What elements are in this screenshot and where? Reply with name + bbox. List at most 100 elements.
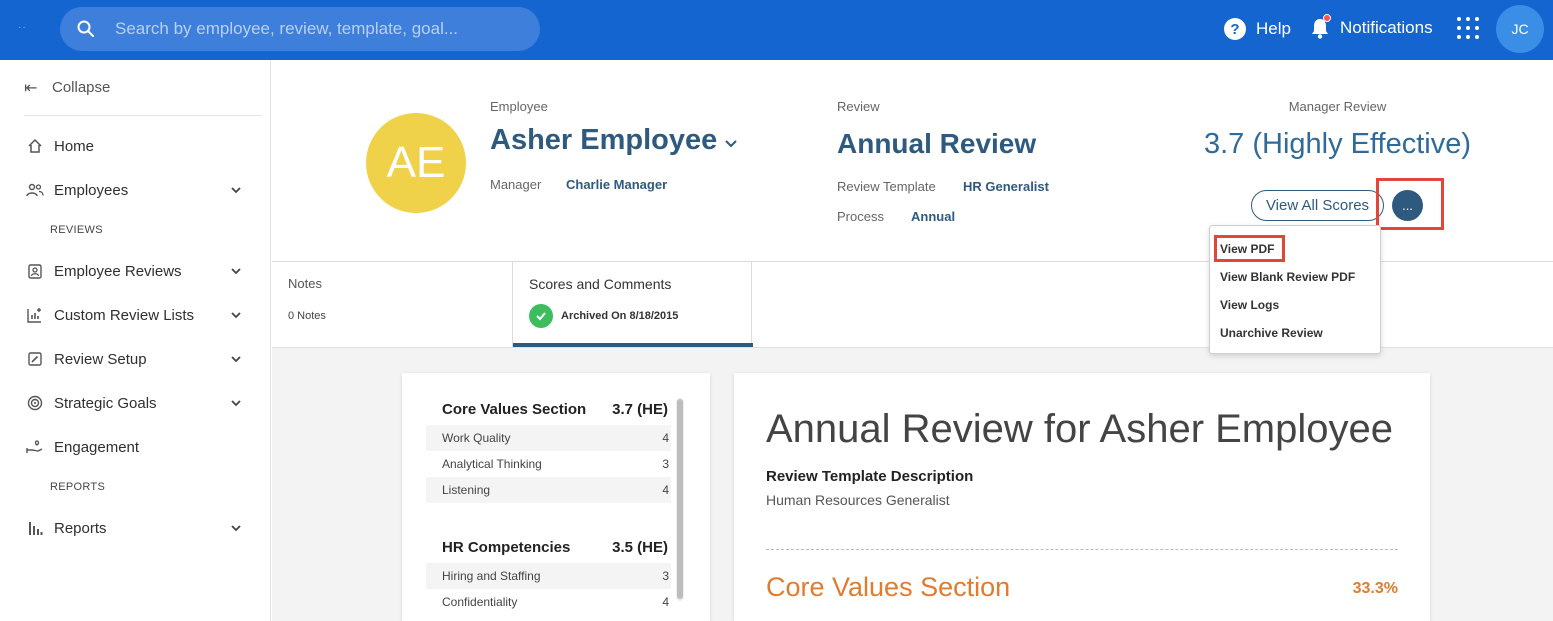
employee-avatar: AE xyxy=(366,113,466,213)
apps-grid-icon[interactable] xyxy=(1457,17,1479,39)
manager-label: Manager xyxy=(490,177,542,192)
tab-scores-and-comments[interactable]: Scores and Comments Archived On 8/18/201… xyxy=(512,262,753,355)
scores-panel: Core Values Section 3.7 (HE) Work Qualit… xyxy=(402,373,710,621)
sidebar-item-employees[interactable]: Employees xyxy=(24,176,246,204)
collapse-label: Collapse xyxy=(52,79,111,96)
menu-item-view-pdf[interactable]: View PDF xyxy=(1220,242,1274,256)
collapse-arrow-icon: ⇤ xyxy=(24,79,38,97)
help-icon: ? xyxy=(1224,18,1246,40)
notes-count: 0 Notes xyxy=(288,310,326,322)
score-row-name: Listening xyxy=(442,483,491,497)
edit-icon xyxy=(24,350,46,368)
chevron-down-icon[interactable] xyxy=(230,522,242,534)
chevron-down-icon[interactable] xyxy=(230,397,242,409)
sidebar-item-label: Review Setup xyxy=(54,350,147,368)
sidebar-item-label: Employees xyxy=(54,181,129,199)
engagement-icon xyxy=(24,438,46,456)
help-button[interactable]: ? Help xyxy=(1224,16,1291,42)
score-row[interactable]: Analytical Thinking 3 xyxy=(426,451,671,477)
sidebar-item-label: Employee Reviews xyxy=(54,262,182,280)
home-icon xyxy=(24,137,46,155)
score-row-name: Hiring and Staffing xyxy=(442,569,541,583)
list-icon xyxy=(24,306,46,324)
score-row[interactable]: Confidentiality 4 xyxy=(426,589,671,615)
search-input[interactable] xyxy=(115,7,525,51)
chevron-down-icon[interactable] xyxy=(230,265,242,277)
section-heading: Core Values Section xyxy=(766,572,1011,602)
manager-link[interactable]: Charlie Manager xyxy=(566,177,667,192)
review-page-title: Annual Review for Asher Employee xyxy=(766,407,1393,451)
sidebar-item-strategic-goals[interactable]: Strategic Goals xyxy=(24,389,246,417)
template-description: Human Resources Generalist xyxy=(766,492,950,508)
score-row-name: Work Quality xyxy=(442,431,511,445)
help-label: Help xyxy=(1256,19,1291,38)
review-label: Review xyxy=(837,99,880,114)
section-label-reviews: REVIEWS xyxy=(50,224,103,236)
people-icon xyxy=(24,181,46,199)
section-label-reports: REPORTS xyxy=(50,481,106,493)
process-link[interactable]: Annual xyxy=(911,209,955,224)
manager-review-score: 3.7 (Highly Effective) xyxy=(1203,128,1472,160)
user-avatar[interactable]: JC xyxy=(1496,5,1544,53)
sidebar-item-custom-review-lists[interactable]: Custom Review Lists xyxy=(24,301,246,329)
score-row[interactable]: Hiring and Staffing 3 xyxy=(426,563,671,589)
score-row-name: Analytical Thinking xyxy=(442,457,542,471)
view-all-scores-button[interactable]: View All Scores xyxy=(1251,190,1384,221)
sidebar-item-reports[interactable]: Reports xyxy=(24,514,246,542)
chevron-down-icon[interactable] xyxy=(723,138,739,150)
section-header[interactable]: HR Competencies 3.5 (HE) xyxy=(442,539,668,556)
menu-item-view-logs[interactable]: View Logs xyxy=(1220,298,1279,312)
scrollbar-thumb[interactable] xyxy=(677,399,683,599)
menu-item-view-blank-review-pdf[interactable]: View Blank Review PDF xyxy=(1220,270,1355,284)
sidebar-item-label: Reports xyxy=(54,519,107,537)
section-title: Core Values Section xyxy=(442,401,587,418)
more-options-menu: View PDF View Blank Review PDF View Logs… xyxy=(1209,225,1381,354)
chevron-down-icon[interactable] xyxy=(230,184,242,196)
archived-status: Archived On 8/18/2015 xyxy=(561,310,679,322)
search-icon xyxy=(77,20,94,37)
chevron-down-icon[interactable] xyxy=(230,353,242,365)
menu-dots-icon[interactable]: ·· xyxy=(18,22,27,33)
employee-name: Asher Employee xyxy=(490,124,718,156)
sidebar-item-label: Custom Review Lists xyxy=(54,306,195,324)
sidebar: ⇤ Collapse Home Employees REVIEWS Employ… xyxy=(0,60,271,621)
sidebar-item-engagement[interactable]: Engagement xyxy=(24,433,246,461)
score-row-value: 4 xyxy=(662,431,669,445)
more-options-button[interactable]: ... xyxy=(1392,190,1423,221)
bell-icon xyxy=(1309,14,1331,40)
chart-icon xyxy=(24,519,46,537)
section-weight: 33.3% xyxy=(1352,580,1398,597)
tab-scores-title: Scores and Comments xyxy=(529,276,672,292)
template-link[interactable]: HR Generalist xyxy=(963,179,1049,194)
sidebar-item-label: Home xyxy=(54,137,95,155)
section-header[interactable]: Core Values Section 3.7 (HE) xyxy=(442,401,668,418)
chevron-down-icon[interactable] xyxy=(230,309,242,321)
section-score: 3.7 (HE) xyxy=(612,401,668,418)
score-row-value: 4 xyxy=(662,483,669,497)
review-icon xyxy=(24,262,46,280)
notifications-label: Notifications xyxy=(1340,18,1433,37)
template-label: Review Template xyxy=(837,179,936,194)
notifications-button[interactable]: Notifications xyxy=(1309,14,1433,42)
collapse-button[interactable]: ⇤ Collapse xyxy=(24,74,262,116)
sidebar-item-employee-reviews[interactable]: Employee Reviews xyxy=(24,257,246,285)
score-row[interactable]: Work Quality 4 xyxy=(426,425,671,451)
score-row[interactable]: Listening 4 xyxy=(426,477,671,503)
score-row-value: 4 xyxy=(662,595,669,609)
tab-notes-title: Notes xyxy=(288,276,322,291)
sidebar-item-home[interactable]: Home xyxy=(24,132,246,160)
manager-review-label: Manager Review xyxy=(1288,99,1387,114)
notification-dot xyxy=(1323,14,1331,22)
sidebar-item-label: Strategic Goals xyxy=(54,394,157,412)
tab-notes[interactable]: Notes 0 Notes xyxy=(272,262,512,347)
sidebar-item-label: Engagement xyxy=(54,438,140,456)
menu-item-unarchive-review[interactable]: Unarchive Review xyxy=(1220,326,1323,340)
sidebar-item-review-setup[interactable]: Review Setup xyxy=(24,345,246,373)
review-name: Annual Review xyxy=(837,128,1037,159)
score-row-name: Confidentiality xyxy=(442,595,518,609)
search-bar[interactable] xyxy=(60,7,540,51)
top-bar: ·· ? Help Notifications JC xyxy=(0,0,1553,60)
review-panel: Annual Review for Asher Employee Review … xyxy=(734,373,1430,621)
target-icon xyxy=(24,394,46,412)
process-label: Process xyxy=(837,209,884,224)
